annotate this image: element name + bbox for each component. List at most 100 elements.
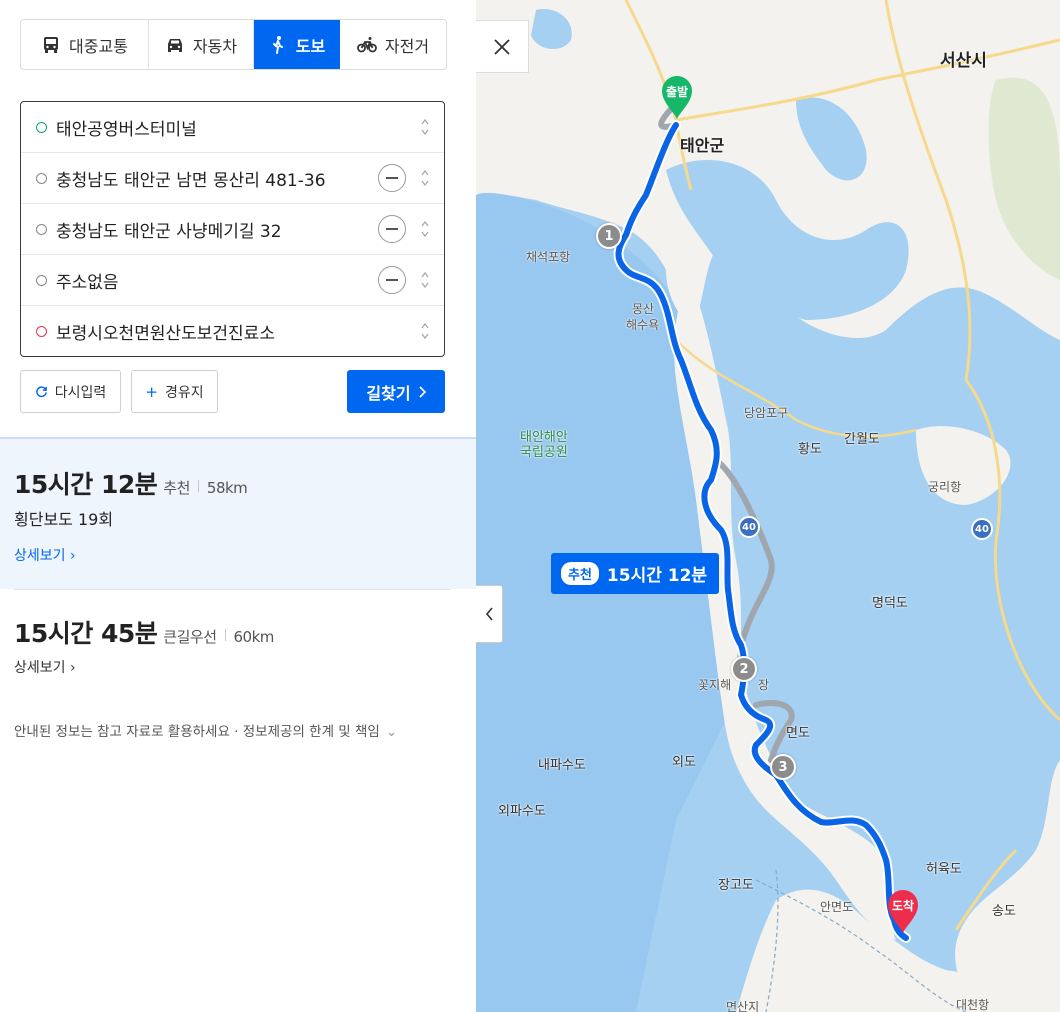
find-route-label: 길찾기 bbox=[366, 383, 411, 403]
tab-label: 대중교통 bbox=[69, 36, 128, 56]
start-pin[interactable]: 출발 bbox=[660, 74, 694, 120]
via-dot-icon bbox=[36, 172, 47, 184]
crosswalk-count: 횡단보도 19회 bbox=[14, 510, 114, 529]
route-summary: 15시간 12분 추천 58km bbox=[14, 465, 248, 501]
map-label-haesu: 해수욕 bbox=[626, 318, 660, 332]
map-view[interactable]: 서산시 태안군 채석포항 몽산 해수욕 당암포구 황도 간월도 궁리항 태안해안… bbox=[476, 0, 1060, 1012]
remove-waypoint-button[interactable] bbox=[378, 215, 406, 243]
map-label-kkotji-2: 장 bbox=[758, 678, 770, 692]
map-label-naepa: 내파수도 bbox=[538, 758, 586, 773]
route-detail-link[interactable]: 상세보기 › bbox=[14, 545, 76, 565]
chevron-down-icon: ⌄ bbox=[385, 724, 398, 740]
minus-icon bbox=[386, 279, 398, 281]
drag-handle-icon[interactable] bbox=[420, 270, 430, 290]
route-option-recommended[interactable]: 15시간 12분 추천 58km 횡단보도 19회 상세보기 › bbox=[0, 439, 476, 589]
waypoint-via-1[interactable]: 충청남도 태안군 남면 몽산리 481-36 bbox=[21, 153, 444, 204]
road-number-sign: 40 bbox=[738, 516, 760, 538]
drag-handle-icon[interactable] bbox=[420, 117, 430, 137]
start-pin-label: 출발 bbox=[665, 85, 689, 99]
map-label-hwangdo: 황도 bbox=[798, 442, 822, 457]
collapse-panel-button[interactable] bbox=[476, 585, 503, 643]
disclaimer-text: 안내된 정보는 참고 자료로 활용하세요 · 정보제공의 한계 및 책임 bbox=[14, 724, 380, 740]
start-dot-icon bbox=[36, 121, 47, 133]
minus-icon bbox=[386, 228, 398, 230]
transport-mode-tabs: 대중교통 자동차 도보 자전거 bbox=[20, 19, 447, 70]
route-time-badge[interactable]: 추천 15시간 12분 bbox=[551, 553, 719, 594]
tab-bicycle[interactable]: 자전거 bbox=[340, 20, 446, 69]
chevron-right-icon bbox=[419, 385, 426, 398]
route-time: 15시간 12분 bbox=[14, 470, 158, 499]
map-label-myeon: 면도 bbox=[786, 726, 810, 741]
drag-handle-icon[interactable] bbox=[420, 168, 430, 188]
drag-handle-icon[interactable] bbox=[420, 321, 430, 341]
map-label-daecheon: 대천항 bbox=[956, 998, 990, 1012]
find-route-button[interactable]: 길찾기 bbox=[347, 370, 445, 413]
route-step-marker-1[interactable]: 1 bbox=[596, 223, 622, 249]
park-line-1: 태안해안 bbox=[520, 430, 568, 445]
map-label-janggo: 장고도 bbox=[718, 878, 754, 893]
route-detail-link[interactable]: 상세보기 › bbox=[14, 657, 76, 677]
end-dot-icon bbox=[36, 325, 47, 337]
detail-label: 상세보기 bbox=[14, 548, 66, 564]
waypoint-label: 주소없음 bbox=[56, 272, 119, 293]
close-icon bbox=[494, 38, 510, 55]
map-base bbox=[476, 0, 1060, 1012]
bicycle-icon bbox=[357, 36, 377, 52]
separator bbox=[224, 629, 226, 641]
road-number-sign: 40 bbox=[971, 518, 993, 540]
disclaimer-notice[interactable]: 안내된 정보는 참고 자료로 활용하세요 · 정보제공의 한계 및 책임 ⌄ bbox=[14, 720, 397, 740]
waypoint-label: 태안공영버스터미널 bbox=[56, 119, 197, 140]
close-button[interactable] bbox=[476, 20, 529, 73]
map-label-dangam: 당암포구 bbox=[744, 406, 789, 420]
map-label-ganwol: 간월도 bbox=[844, 432, 880, 447]
remove-waypoint-button[interactable] bbox=[378, 266, 406, 294]
route-option-main-road[interactable]: 15시간 45분 큰길우선 60km 상세보기 › bbox=[0, 590, 476, 690]
map-label-chaeseok: 채석포항 bbox=[526, 250, 571, 264]
reset-label: 다시입력 bbox=[54, 384, 107, 401]
route-distance: 60km bbox=[233, 628, 275, 646]
add-via-label: 경유지 bbox=[164, 384, 204, 401]
chevron-left-icon bbox=[485, 607, 493, 621]
tab-car[interactable]: 자동차 bbox=[149, 20, 254, 69]
bus-icon bbox=[44, 36, 59, 53]
park-line-2: 국립공원 bbox=[520, 445, 568, 460]
route-step-marker-2[interactable]: 2 bbox=[731, 656, 757, 682]
waypoint-label: 충청남도 태안군 남면 몽산리 481-36 bbox=[56, 170, 326, 191]
route-tag: 추천 bbox=[163, 479, 190, 497]
separator bbox=[197, 480, 199, 492]
walk-icon bbox=[272, 35, 283, 54]
route-badge-tag: 추천 bbox=[561, 562, 599, 585]
waypoint-start[interactable]: 태안공영버스터미널 bbox=[21, 102, 444, 153]
waypoint-via-2[interactable]: 충청남도 태안군 사냥메기길 32 bbox=[21, 204, 444, 255]
tab-walk[interactable]: 도보 bbox=[254, 20, 340, 69]
route-badge-time: 15시간 12분 bbox=[606, 566, 708, 586]
remove-waypoint-button[interactable] bbox=[378, 164, 406, 192]
map-label-mongsan: 몽산 bbox=[632, 302, 655, 316]
waypoint-end[interactable]: 보령시오천면원산도보건진료소 bbox=[21, 306, 444, 356]
route-step-marker-3[interactable]: 3 bbox=[770, 754, 796, 780]
route-time: 15시간 45분 bbox=[14, 619, 158, 648]
directions-panel: 대중교통 자동차 도보 자전거 태안공영버스터미널 충청남도 태안군 남면 몽산… bbox=[0, 0, 476, 1012]
map-label-kkotji: 꽃지해 bbox=[698, 678, 732, 692]
refresh-icon bbox=[35, 386, 47, 398]
map-label-gungri: 궁리항 bbox=[928, 480, 962, 494]
waypoint-list: 태안공영버스터미널 충청남도 태안군 남면 몽산리 481-36 충청남도 태안… bbox=[20, 101, 445, 357]
drag-handle-icon[interactable] bbox=[420, 219, 430, 239]
tab-label: 자전거 bbox=[384, 36, 430, 56]
tab-label: 도보 bbox=[295, 36, 326, 56]
route-tag: 큰길우선 bbox=[163, 628, 217, 646]
reset-button[interactable]: 다시입력 bbox=[20, 370, 121, 413]
map-label-oepa: 외파수도 bbox=[498, 804, 546, 819]
map-label-song: 송도 bbox=[992, 904, 1016, 919]
end-pin[interactable]: 도착 bbox=[886, 888, 920, 934]
minus-icon bbox=[386, 177, 398, 179]
map-label-myeongdeok: 명덕도 bbox=[872, 596, 908, 611]
via-dot-icon bbox=[36, 274, 47, 286]
map-label-taean: 태안군 bbox=[680, 136, 725, 155]
waypoint-via-3[interactable]: 주소없음 bbox=[21, 255, 444, 306]
tab-public-transit[interactable]: 대중교통 bbox=[21, 20, 149, 69]
add-via-button[interactable]: + 경유지 bbox=[131, 370, 218, 413]
end-pin-label: 도착 bbox=[891, 899, 915, 913]
waypoint-label: 보령시오천면원산도보건진료소 bbox=[56, 323, 275, 344]
waypoint-label: 충청남도 태안군 사냥메기길 32 bbox=[56, 221, 282, 242]
